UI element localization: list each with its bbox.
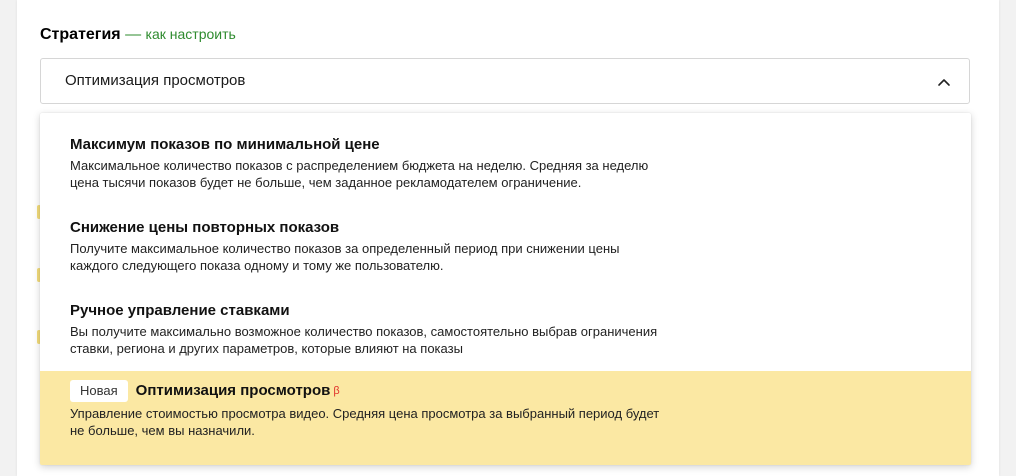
option-title: Ручное управление ставками [70, 302, 290, 319]
option-description: Максимальное количество показов с распре… [70, 158, 649, 190]
option-description: Управление стоимостью просмотра видео. С… [70, 406, 660, 438]
heading-separator: — [120, 26, 146, 43]
option-description: Получите максимальное количество показов… [70, 241, 620, 273]
strategy-select-value: Оптимизация просмотров [65, 72, 246, 89]
option-manual-bid-management[interactable]: Ручное управление ставками Вы получите м… [40, 302, 971, 362]
option-max-impressions-min-price[interactable]: Максимум показов по минимальной цене Мак… [40, 136, 971, 196]
option-view-optimization[interactable]: Новая Оптимизация просмотров β Управлени… [40, 371, 971, 465]
chevron-up-icon[interactable] [937, 75, 951, 89]
strategy-heading: Стратегия — как настроить [40, 25, 236, 44]
strategy-dropdown-list: Максимум показов по минимальной цене Мак… [40, 113, 971, 465]
new-badge: Новая [70, 380, 128, 402]
option-title: Оптимизация просмотров [135, 382, 331, 399]
option-title: Снижение цены повторных показов [70, 219, 340, 236]
option-title: Максимум показов по минимальной цене [70, 136, 380, 153]
strategy-select[interactable]: Оптимизация просмотров [40, 58, 970, 104]
option-title-row: Новая Оптимизация просмотров β [70, 380, 971, 402]
beta-mark: β [333, 385, 340, 397]
option-description: Вы получите максимально возможное количе… [70, 324, 658, 356]
option-repeat-impressions-discount[interactable]: Снижение цены повторных показов Получите… [40, 219, 971, 279]
strategy-title: Стратегия [40, 26, 121, 43]
how-to-configure-link[interactable]: как настроить [146, 26, 236, 42]
